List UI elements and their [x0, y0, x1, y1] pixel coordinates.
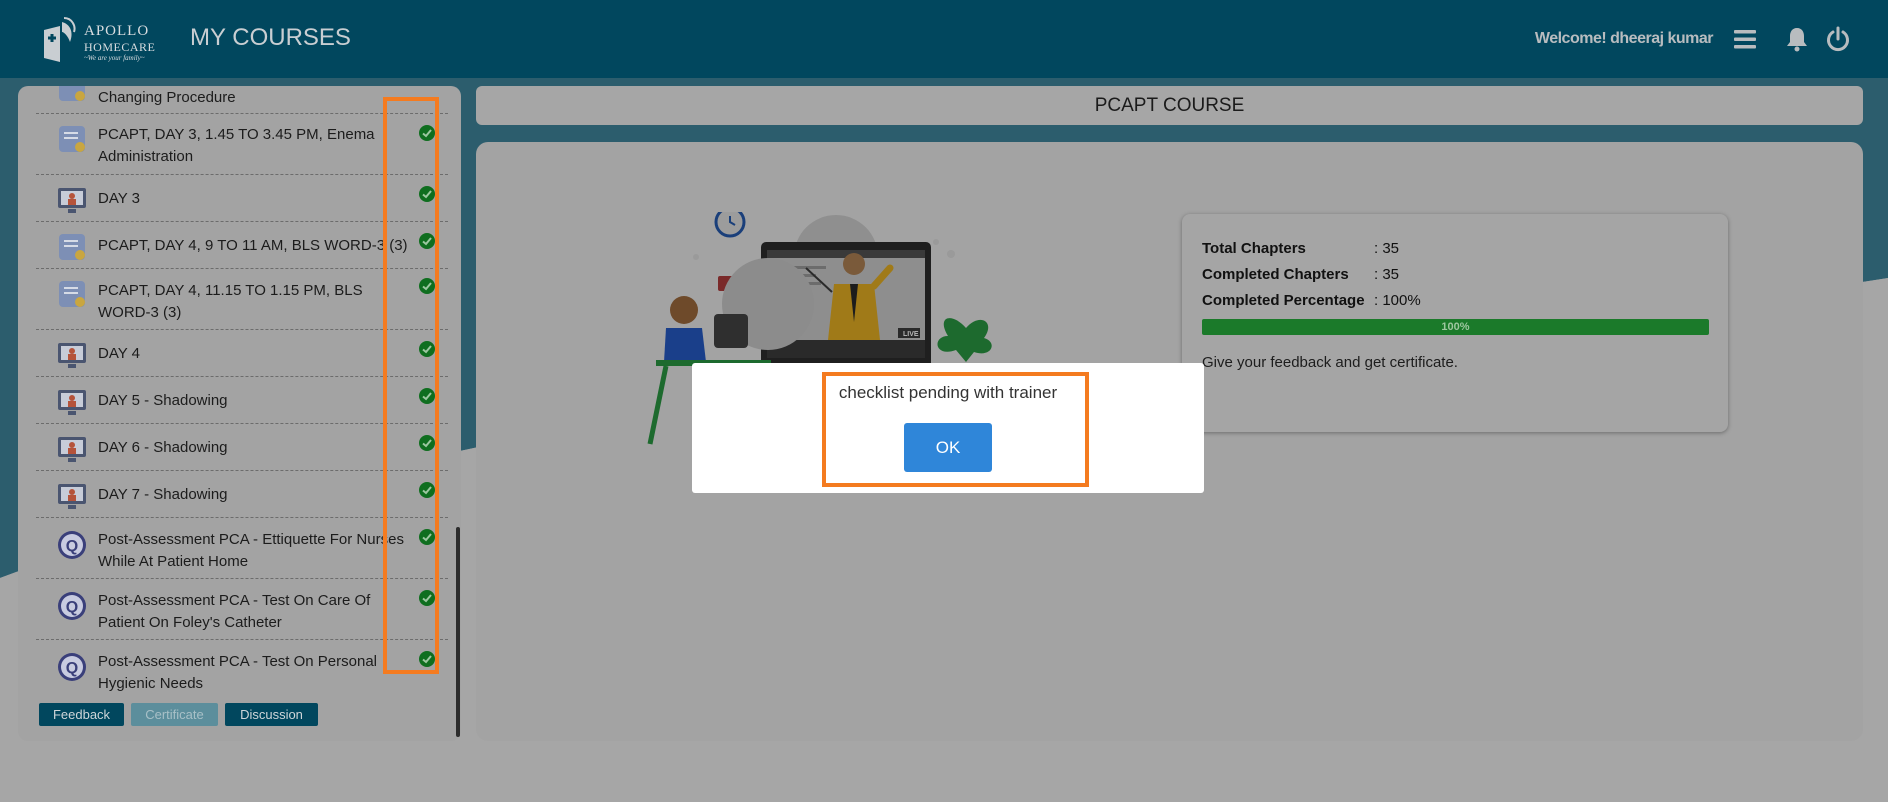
hamburger-icon[interactable] — [1731, 25, 1759, 53]
apollo-logo-icon — [44, 17, 76, 62]
svg-text:Q: Q — [66, 599, 78, 616]
completed-chapters-label: Completed Chapters — [1202, 266, 1349, 283]
completed-percentage-stat: Completed Percentage : 100% — [1202, 292, 1421, 309]
video-icon — [58, 343, 86, 368]
chapter-item-label: DAY 3 — [98, 190, 140, 207]
brand-tagline: ~We are your family~ — [84, 54, 145, 62]
discussion-button[interactable]: Discussion — [225, 703, 318, 726]
app-header: APOLLO HOMECARE ~We are your family~ MY … — [0, 0, 1888, 78]
course-progress-bar: 100% — [1202, 319, 1709, 335]
chapter-item-label: Post-Assessment PCA - Test On Care Of Pa… — [98, 592, 371, 631]
live-badge: LIVE — [903, 331, 919, 338]
quiz-icon: Q — [58, 653, 86, 681]
completed-chapters-value: : 35 — [1374, 266, 1400, 283]
chapter-item-label: DAY 4 — [98, 345, 140, 362]
document-icon — [59, 126, 85, 152]
chapter-item-label: DAY 5 - Shadowing — [98, 392, 228, 409]
svg-text:Q: Q — [66, 660, 78, 677]
document-icon — [59, 234, 85, 260]
chapter-item-label: PCAPT, DAY 4, 11.15 TO 1.15 PM, BLS WORD… — [98, 282, 363, 321]
video-icon — [58, 484, 86, 509]
sidebar-scrollbar[interactable] — [455, 86, 461, 741]
course-progress-fill: 100% — [1202, 319, 1709, 335]
chapter-item-label: PCAPT, DAY 4, 9 TO 11 AM, BLS WORD-3 (3) — [98, 237, 408, 254]
dialog-highlight — [822, 372, 1089, 487]
brand-line1: APOLLO — [84, 23, 150, 39]
completed-percentage-label: Completed Percentage — [1202, 292, 1365, 309]
sidebar-scroll-thumb[interactable] — [456, 527, 460, 737]
apollo-homecare-logo[interactable]: APOLLO HOMECARE ~We are your family~ — [38, 12, 168, 68]
check-column-highlight — [383, 97, 439, 674]
svg-text:Q: Q — [66, 538, 78, 555]
chapter-item-label: Changing Procedure — [98, 89, 236, 106]
total-chapters-value: : 35 — [1374, 240, 1400, 257]
total-chapters-stat: Total Chapters : 35 — [1202, 240, 1399, 257]
brand-line2: HOMECARE — [84, 40, 156, 54]
chapter-item-label: PCAPT, DAY 3, 1.45 TO 3.45 PM, Enema Adm… — [98, 126, 375, 165]
video-icon — [58, 437, 86, 462]
feedback-note: Give your feedback and get certificate. — [1202, 354, 1458, 371]
video-icon — [58, 390, 86, 415]
total-chapters-label: Total Chapters — [1202, 240, 1306, 257]
chapter-item-label: DAY 6 - Shadowing — [98, 439, 228, 456]
completed-chapters-stat: Completed Chapters : 35 — [1202, 266, 1399, 283]
certificate-button[interactable]: Certificate — [131, 703, 218, 726]
course-title: PCAPT COURSE — [476, 86, 1863, 125]
quiz-icon: Q — [58, 592, 86, 620]
chapter-item-label: Post-Assessment PCA - Ettiquette For Nur… — [98, 531, 404, 570]
document-icon — [59, 281, 85, 307]
bell-icon[interactable] — [1783, 25, 1811, 53]
page-title: MY COURSES — [190, 24, 351, 51]
welcome-user: Welcome! dheeraj kumar — [1534, 30, 1714, 47]
feedback-button[interactable]: Feedback — [39, 703, 124, 726]
power-icon[interactable] — [1824, 25, 1852, 53]
course-stats-card: Total Chapters : 35 Completed Chapters : 3… — [1182, 214, 1728, 432]
chapter-item-label: Post-Assessment PCA - Test On Personal H… — [98, 653, 378, 692]
quiz-icon: Q — [58, 531, 86, 559]
chapter-item-label: DAY 7 - Shadowing — [98, 486, 228, 503]
video-icon — [58, 188, 86, 213]
document-icon — [59, 86, 85, 101]
completed-percentage-value: : 100% — [1374, 292, 1421, 309]
